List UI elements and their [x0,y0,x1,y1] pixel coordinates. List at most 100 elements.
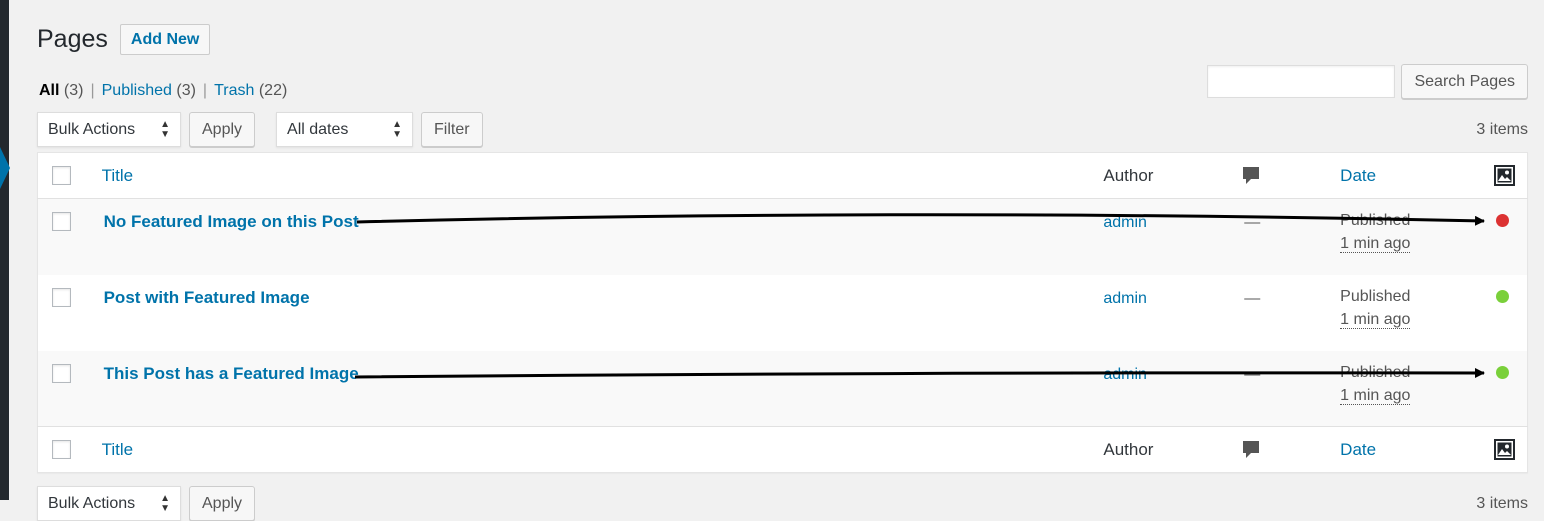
author-link[interactable]: admin [1103,366,1147,383]
date-ago: 1 min ago [1340,310,1411,329]
apply-button[interactable]: Apply [189,112,256,147]
author-column-header: Author [1103,153,1240,199]
author-column-footer: Author [1103,427,1240,473]
comment-bubble-icon[interactable] [1242,166,1260,186]
thumbnail-cell [1489,199,1527,275]
sort-date-link[interactable]: Date [1340,166,1376,185]
date-cell: Published 1 min ago [1340,351,1489,427]
comments-column-footer [1240,427,1340,473]
comments-cell: — [1240,351,1340,427]
search-pages-button[interactable]: Search Pages [1401,64,1528,99]
row-title-link[interactable]: Post with Featured Image [104,288,310,307]
author-cell: admin [1103,199,1240,275]
tablenav-bottom: Bulk Actions ▲ ▼ Apply 3 items [37,486,1528,521]
tablenav-top: Bulk Actions ▲ ▼ Apply All dates ▲ ▼ Filte… [37,112,1528,147]
filter-separator: | [90,82,95,99]
bulk-actions-select[interactable]: Bulk Actions ▲ ▼ [37,112,181,147]
apply-button[interactable]: Apply [189,486,256,521]
comment-bubble-icon[interactable] [1242,440,1260,460]
dates-value: All dates [287,120,349,138]
row-checkbox-cell [38,275,102,351]
table-footer-row: Title Author Date [37,426,1528,473]
table-row: Post with Featured Image admin — Publish… [38,275,1528,351]
admin-sidebar [0,0,9,500]
page-header: Pages Add New [37,24,211,55]
thumbnail-column-header [1489,153,1527,199]
comments-value: — [1244,365,1261,383]
page-title: Pages [37,25,108,53]
author-cell: admin [1103,351,1240,427]
date-column-header: Date [1340,153,1489,199]
select-arrows-icon: ▲ ▼ [160,492,170,514]
date-ago: 1 min ago [1340,386,1411,405]
table-row: No Featured Image on this Post admin — P… [37,198,1528,275]
search-input[interactable] [1207,65,1396,98]
sort-date-link[interactable]: Date [1340,440,1376,459]
title-column-header: Title [102,153,1104,199]
bulk-actions-select[interactable]: Bulk Actions ▲ ▼ [37,486,181,521]
search-box: Search Pages [1207,64,1528,99]
image-icon [1494,165,1516,186]
dates-select[interactable]: All dates ▲ ▼ [276,112,414,147]
comments-cell: — [1240,275,1340,351]
row-checkbox-cell [38,199,102,275]
comments-value: — [1244,289,1261,307]
title-cell: This Post has a Featured Image [102,351,1104,427]
comments-value: — [1244,214,1261,231]
filter-trash-count: (22) [258,82,288,99]
row-checkbox[interactable] [52,363,71,383]
items-count: 3 items [1476,120,1528,138]
table-row: This Post has a Featured Image admin — P… [37,350,1528,427]
filter-published[interactable]: Published (3) [102,82,196,99]
featured-status-dot [1496,214,1510,227]
author-column-label: Author [1103,165,1154,185]
select-all-checkbox[interactable] [52,166,71,185]
title-cell: No Featured Image on this Post [102,199,1104,275]
table-header-row: Title Author Date [37,153,1528,199]
add-new-button[interactable]: Add New [119,24,211,55]
bulk-actions-value: Bulk Actions [48,494,136,512]
image-icon [1494,439,1516,460]
bulk-actions-value: Bulk Actions [48,120,136,138]
status-filters: All (3) | Published (3) | Trash (22) [39,82,287,100]
select-arrows-icon: ▲ ▼ [392,118,403,140]
filter-trash[interactable]: Trash (22) [214,82,287,99]
date-cell: Published 1 min ago [1340,199,1489,275]
author-cell: admin [1103,275,1240,351]
row-checkbox[interactable] [52,287,71,307]
row-checkbox-cell [38,351,102,427]
date-status: Published [1340,212,1411,229]
thumbnail-column-footer [1489,427,1527,473]
date-cell: Published 1 min ago [1340,275,1489,351]
row-title-link[interactable]: This Post has a Featured Image [104,364,359,383]
date-ago: 1 min ago [1340,235,1411,253]
pages-table: Title Author Date No Featured Image on t… [37,152,1528,473]
author-link[interactable]: admin [1103,214,1147,231]
select-all-checkbox[interactable] [52,440,71,459]
filter-trash-label[interactable]: Trash [214,82,254,99]
title-column-footer: Title [102,427,1104,473]
sort-title-link[interactable]: Title [102,440,134,459]
featured-status-dot [1496,289,1510,303]
filter-all-label: All [39,82,60,99]
select-arrows-icon: ▲ ▼ [160,118,170,140]
filter-published-label[interactable]: Published [102,82,172,99]
date-status: Published [1340,363,1411,381]
thumbnail-cell [1489,275,1527,351]
active-menu-indicator [0,147,10,189]
date-column-footer: Date [1340,427,1489,473]
select-all-cell [38,427,102,473]
filter-all[interactable]: All (3) [39,82,83,99]
row-checkbox[interactable] [52,212,71,231]
filter-published-count: (3) [176,82,196,99]
author-column-label: Author [1103,439,1154,459]
thumbnail-cell [1489,351,1527,427]
author-link[interactable]: admin [1103,290,1147,307]
filter-button[interactable]: Filter [421,112,483,147]
select-all-cell [38,153,102,199]
items-count: 3 items [1476,494,1528,512]
row-title-link[interactable]: No Featured Image on this Post [104,212,359,231]
title-cell: Post with Featured Image [102,275,1104,351]
filter-separator: | [202,82,208,99]
sort-title-link[interactable]: Title [102,166,134,185]
